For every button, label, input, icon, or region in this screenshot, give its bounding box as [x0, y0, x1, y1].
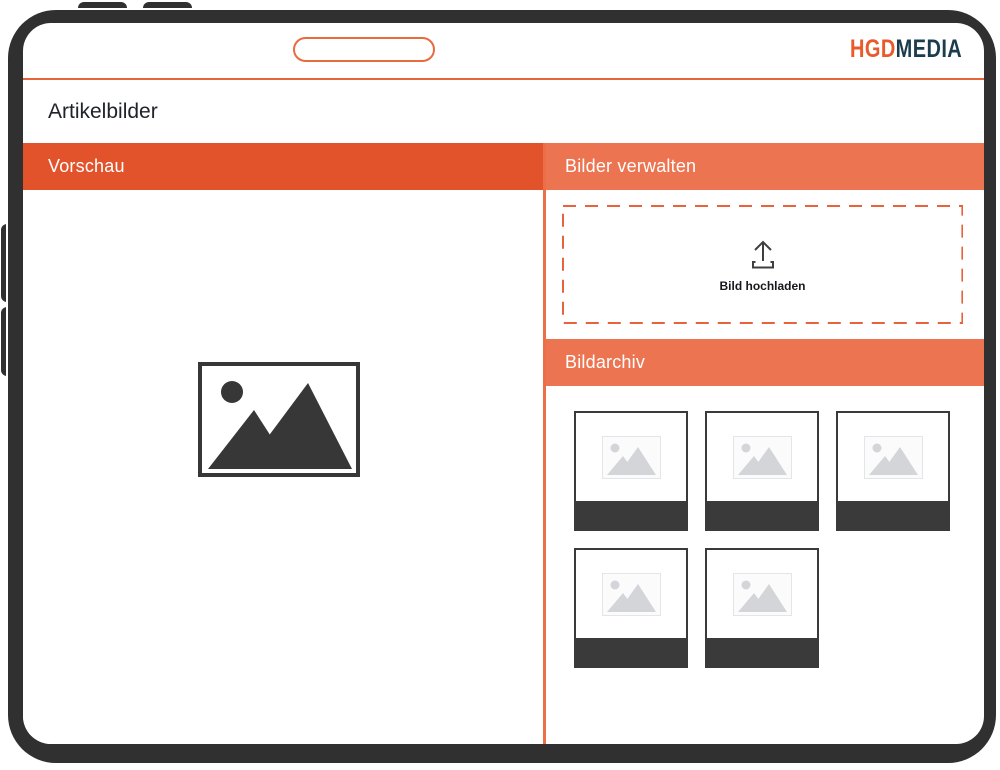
- archive-grid: [574, 411, 951, 668]
- camera-pill-outline: [293, 37, 435, 62]
- top-bar: HGDMEDIA: [23, 23, 984, 78]
- thumbnail-placeholder-icon: [602, 573, 661, 616]
- brand-logo-primary: HGD: [850, 35, 896, 63]
- archive-thumbnail[interactable]: [705, 411, 819, 531]
- archive-thumbnail-footer: [707, 501, 817, 529]
- tablet-frame: HGDMEDIA Artikelbilder Vorschau: [8, 10, 996, 763]
- archive-thumbnail[interactable]: [574, 548, 688, 668]
- preview-panel-body: [23, 190, 543, 744]
- thumbnail-placeholder-icon: [733, 573, 792, 616]
- dashed-border: [562, 205, 963, 324]
- brand-logo: HGDMEDIA: [850, 35, 962, 64]
- archive-panel-title: Bildarchiv: [565, 352, 645, 372]
- archive-thumbnail[interactable]: [836, 411, 950, 531]
- archive-thumbnail-footer: [707, 638, 817, 666]
- preview-image-placeholder: [198, 362, 360, 477]
- archive-panel-header: Bildarchiv: [546, 339, 984, 386]
- brand-logo-secondary: MEDIA: [896, 35, 962, 63]
- preview-panel-header: Vorschau: [23, 143, 543, 190]
- archive-thumbnail-footer: [576, 638, 686, 666]
- archive-thumbnail-image: [707, 413, 817, 501]
- image-placeholder-icon: [202, 366, 356, 473]
- archive-thumbnail-footer: [838, 501, 948, 529]
- manage-panel-header: Bilder verwalten: [546, 143, 984, 190]
- archive-thumbnail-footer: [576, 501, 686, 529]
- page-title: Artikelbilder: [23, 80, 984, 143]
- preview-panel: Vorschau: [23, 143, 543, 744]
- manage-panel: Bilder verwalten: [546, 143, 984, 744]
- archive-thumbnail[interactable]: [705, 548, 819, 668]
- archive-thumbnail[interactable]: [574, 411, 688, 531]
- archive-thumbnail-image: [838, 413, 948, 501]
- app-screen: HGDMEDIA Artikelbilder Vorschau: [23, 23, 984, 744]
- manage-panel-title: Bilder verwalten: [565, 156, 696, 176]
- thumbnail-placeholder-icon: [864, 436, 923, 479]
- content-area: Vorschau: [23, 143, 984, 744]
- thumbnail-placeholder-icon: [602, 436, 661, 479]
- upload-dropzone[interactable]: Bild hochladen: [562, 205, 963, 324]
- archive-thumbnail-image: [576, 413, 686, 501]
- archive-thumbnail-image: [707, 550, 817, 638]
- tablet-mockup: HGDMEDIA Artikelbilder Vorschau: [0, 0, 1000, 770]
- title-bar: Artikelbilder: [23, 80, 984, 143]
- thumbnail-placeholder-icon: [733, 436, 792, 479]
- preview-panel-title: Vorschau: [48, 156, 125, 176]
- archive-thumbnail-image: [576, 550, 686, 638]
